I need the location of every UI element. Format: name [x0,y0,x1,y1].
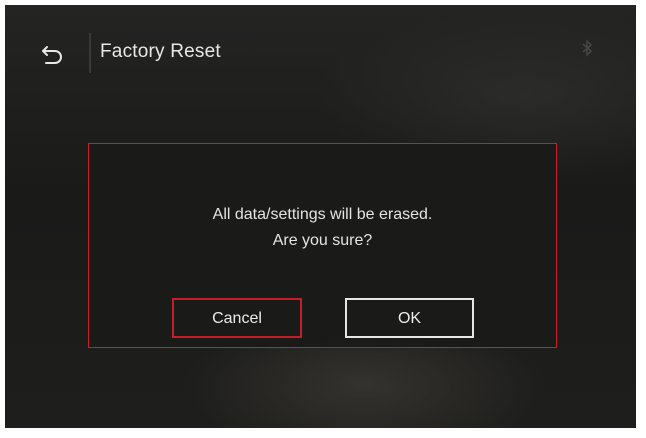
bluetooth-icon [580,39,594,57]
page-title: Factory Reset [100,41,221,62]
screen: Factory Reset All data/settings will be … [5,5,636,428]
dialog-message-line2: Are you sure? [272,232,373,249]
back-button[interactable] [38,39,68,69]
ok-button[interactable]: OK [345,298,474,338]
header-bar: Factory Reset [5,5,636,105]
confirm-dialog: All data/settings will be erased. Are yo… [88,143,557,348]
dialog-message-line1: All data/settings will be erased. [212,206,433,223]
dialog-message: All data/settings will be erased. Are yo… [89,202,556,254]
cancel-button[interactable]: Cancel [172,298,302,338]
header-divider [89,33,91,73]
back-arrow-icon [38,39,68,69]
